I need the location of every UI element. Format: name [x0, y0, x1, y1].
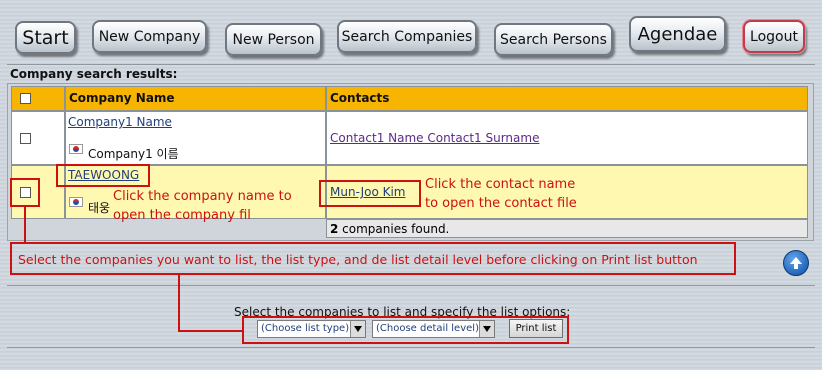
- new-person-button[interactable]: New Person: [225, 23, 322, 56]
- logout-button[interactable]: Logout: [743, 20, 805, 53]
- print-list-button[interactable]: Print list: [509, 319, 563, 338]
- detail-level-select[interactable]: (Choose detail level): [372, 320, 495, 338]
- checkbox-highlight: [10, 178, 40, 207]
- toolbar: Start New Company New Person Search Comp…: [0, 0, 822, 64]
- scroll-up-button[interactable]: [783, 250, 809, 276]
- list-type-value: (Choose list type): [261, 323, 350, 334]
- start-button[interactable]: Start: [15, 21, 76, 54]
- contact-hint: Click the contact name to open the conta…: [425, 175, 577, 213]
- company-hint-line2: open the company fil: [113, 208, 251, 223]
- company-hint-line1: Click the company name to: [113, 189, 292, 204]
- contacts-cell: Contact1 Name Contact1 Surname: [326, 111, 808, 165]
- separator: [7, 347, 815, 348]
- chevron-down-icon: [350, 321, 365, 337]
- korea-flag-icon: [69, 197, 83, 207]
- select-hint: Select the companies you want to list, t…: [18, 252, 698, 267]
- column-header-company: Company Name: [65, 86, 326, 111]
- contact-hint-line2: to open the contact file: [425, 196, 577, 211]
- arrow-up-icon: [790, 257, 802, 269]
- detail-level-value: (Choose detail level): [376, 323, 479, 334]
- results-count: 2 companies found.: [326, 219, 808, 238]
- results-count-text: companies found.: [338, 222, 450, 236]
- search-companies-button[interactable]: Search Companies: [337, 20, 477, 53]
- row-checkbox[interactable]: [20, 133, 31, 144]
- connector-line: [24, 207, 26, 242]
- korea-flag-icon: [69, 144, 83, 154]
- agendae-button[interactable]: Agendae: [629, 16, 726, 52]
- list-type-select[interactable]: (Choose list type): [257, 320, 366, 338]
- company-link[interactable]: Company1 Name: [68, 115, 172, 129]
- company-link-highlight: [56, 164, 150, 187]
- select-all-checkbox[interactable]: [20, 93, 31, 104]
- search-persons-button[interactable]: Search Persons: [494, 23, 613, 56]
- connector-line: [178, 275, 180, 331]
- contact-link-highlight: [319, 180, 421, 207]
- results-title: Company search results:: [10, 67, 178, 81]
- contact-link[interactable]: Contact1 Name Contact1 Surname: [330, 131, 539, 145]
- connector-line: [178, 330, 242, 332]
- company-hint: Click the company name to open the compa…: [113, 187, 292, 225]
- company-cell: Company1 Name Company1 이름: [65, 111, 326, 165]
- separator: [7, 285, 815, 286]
- company-local-name: 태웅: [88, 201, 111, 215]
- separator: [7, 64, 815, 65]
- column-header-contacts: Contacts: [326, 86, 808, 111]
- chevron-down-icon: [479, 321, 494, 337]
- table-row: [11, 111, 65, 165]
- contact-hint-line1: Click the contact name: [425, 177, 576, 192]
- header-select-cell: [11, 86, 65, 111]
- new-company-button[interactable]: New Company: [92, 20, 207, 53]
- company-local-name: Company1 이름: [88, 147, 179, 161]
